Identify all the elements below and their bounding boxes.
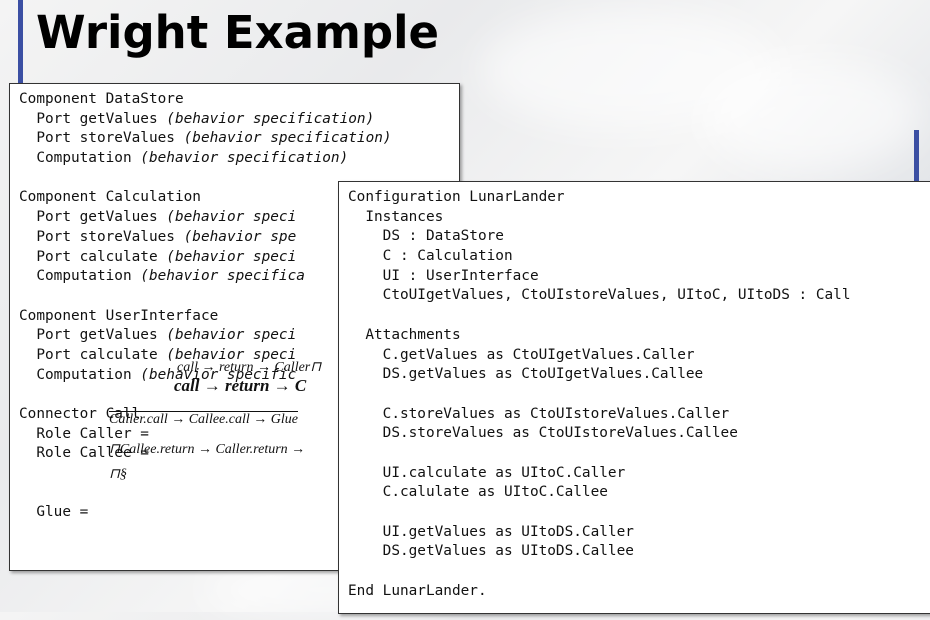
component-code: Component DataStore Port getValues (beha… xyxy=(19,90,392,523)
behavior-spec: (behavior specification) xyxy=(166,110,375,127)
configuration-panel: Configuration LunarLander Instances DS :… xyxy=(338,181,930,614)
code-text: Computation xyxy=(19,268,141,285)
code-text: Port calculate xyxy=(19,248,167,265)
code-text: Port getValues xyxy=(19,327,167,344)
callee-formula: ⊓Callee.return → Caller.return → xyxy=(109,442,306,457)
code-line: UI.calculate as UItoC.Caller xyxy=(348,464,626,481)
behavior-spec: (behavior speci xyxy=(166,248,297,265)
code-line: DS.getValues as UItoDS.Callee xyxy=(348,543,634,560)
configuration-code: Configuration LunarLander Instances DS :… xyxy=(348,188,851,601)
code-text: Component DataStore xyxy=(19,91,184,107)
code-line: Port calculate (behavior speci xyxy=(19,248,392,268)
behavior-spec: (behavior spe xyxy=(183,228,297,245)
code-line: C.storeValues as CtoUIstoreValues.Caller xyxy=(348,405,730,422)
code-text: Component UserInterface xyxy=(19,307,219,324)
code-text: Computation xyxy=(19,366,141,383)
code-line: Computation (behavior specification) xyxy=(19,149,392,169)
code-line: CtoUIgetValues, CtoUIstoreValues, UItoC,… xyxy=(348,287,851,304)
code-line: Port getValues (behavior speci xyxy=(19,208,392,228)
code-line: Instances xyxy=(348,208,444,225)
code-line: DS.storeValues as CtoUIstoreValues.Calle… xyxy=(348,425,738,442)
code-line: Port storeValues (behavior spe xyxy=(19,228,392,248)
code-text: Component Calculation xyxy=(19,189,201,206)
code-text: Role Caller = xyxy=(19,425,149,442)
behavior-spec: (behavior specifica xyxy=(140,268,305,285)
code-text: Glue = xyxy=(19,504,89,521)
code-line: Attachments xyxy=(348,326,461,343)
code-text: Computation xyxy=(19,150,141,167)
code-line: End LunarLander. xyxy=(348,582,487,599)
code-text: Port storeValues xyxy=(19,228,184,245)
code-line: Component Calculation xyxy=(19,188,392,208)
code-line: Computation (behavior specifica xyxy=(19,267,392,287)
caller-formula-bold: call → return → C xyxy=(174,376,307,395)
behavior-spec: (behavior speci xyxy=(166,209,297,226)
code-line: C.calulate as UItoC.Callee xyxy=(348,484,608,501)
code-line: DS : DataStore xyxy=(348,228,504,245)
code-line: Component UserInterface xyxy=(19,307,392,327)
code-line: Port storeValues (behavior specification… xyxy=(19,129,392,149)
behavior-spec: (behavior specification) xyxy=(183,130,392,147)
code-text: Port calculate xyxy=(19,346,167,363)
code-text: Port storeValues xyxy=(19,130,184,147)
code-text: Port getValues xyxy=(19,209,167,226)
code-line: Glue = xyxy=(19,503,392,523)
code-line: UI : UserInterface xyxy=(348,267,539,284)
code-line: DS.getValues as CtoUIgetValues.Callee xyxy=(348,366,704,383)
code-line: Component DataStore xyxy=(19,90,392,110)
behavior-spec: (behavior specification) xyxy=(140,150,349,167)
choice-symbol: ⊓§ xyxy=(109,467,127,482)
background-cloud xyxy=(700,60,920,170)
code-line: Port getValues (behavior specification) xyxy=(19,110,392,130)
code-line: C : Calculation xyxy=(348,248,513,265)
behavior-spec: (behavior speci xyxy=(166,327,297,344)
accent-bar xyxy=(18,0,23,90)
code-line: Configuration LunarLander xyxy=(348,189,565,205)
code-text: Port getValues xyxy=(19,110,167,127)
caller-formula: call → return → Caller⊓ xyxy=(177,360,322,375)
glue-formula: Caller.call → Callee.call → Glue xyxy=(109,412,298,428)
code-line: C.getValues as CtoUIgetValues.Caller xyxy=(348,346,695,363)
formula-term: Caller.call → Callee.call → Glue xyxy=(109,412,298,427)
slide-title: Wright Example xyxy=(36,6,440,59)
code-line: Port getValues (behavior speci xyxy=(19,326,392,346)
code-line: UI.getValues as UItoDS.Caller xyxy=(348,523,634,540)
